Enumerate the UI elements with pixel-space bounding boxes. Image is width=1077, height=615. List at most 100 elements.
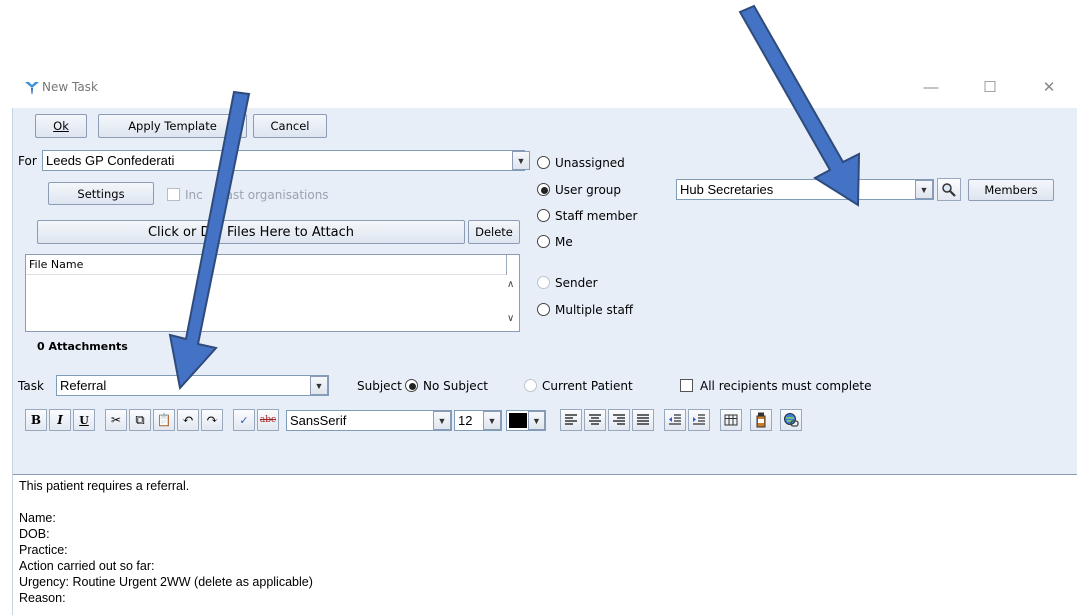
editor-line: Urgency: Routine Urgent 2WW (delete as a… — [19, 575, 313, 589]
undo-icon: ↶ — [182, 412, 194, 428]
search-group-button[interactable] — [937, 178, 961, 201]
apply-template-label: Apply Template — [128, 119, 217, 133]
radio-user-group[interactable] — [537, 183, 550, 196]
spellcheck-icon: ✓ — [239, 413, 249, 427]
strikethrough-button[interactable]: abc — [257, 409, 279, 431]
for-organisation-input[interactable]: Leeds GP Confederati — [42, 150, 525, 171]
include-past-checkbox[interactable] — [167, 188, 180, 201]
cancel-button[interactable]: Cancel — [253, 114, 327, 138]
medicine-bottle-icon — [756, 412, 766, 428]
window-title: New Task — [42, 80, 98, 94]
delete-attachment-button[interactable]: Delete — [468, 220, 520, 244]
delete-label: Delete — [475, 225, 513, 239]
table-icon — [724, 414, 738, 426]
editor-line: Reason: — [19, 591, 66, 605]
for-dropdown-arrow[interactable]: ▼ — [512, 151, 530, 170]
attachments-table: File Name ∧ ∨ — [25, 254, 520, 332]
user-group-select[interactable]: Hub Secretaries — [676, 179, 934, 200]
scroll-down-icon[interactable]: ∨ — [507, 313, 514, 324]
align-center-icon — [589, 414, 601, 425]
radio-multiple-staff[interactable] — [537, 303, 550, 316]
user-group-dropdown-arrow[interactable]: ▼ — [915, 180, 933, 199]
align-left-button[interactable] — [560, 409, 582, 431]
settings-button[interactable]: Settings — [48, 182, 154, 205]
attach-drop-label: Click or D Files Here to Attach — [147, 224, 355, 240]
task-type-dropdown-arrow[interactable]: ▼ — [310, 376, 328, 395]
radio-unassigned[interactable] — [537, 156, 550, 169]
copy-icon: ⧉ — [135, 412, 145, 428]
task-label: Task — [18, 379, 44, 393]
clipboard-icon: 📋 — [156, 413, 172, 427]
scroll-up-icon[interactable]: ∧ — [507, 279, 514, 290]
insert-link-button[interactable] — [780, 409, 802, 431]
decrease-indent-button[interactable] — [664, 409, 686, 431]
justify-icon — [637, 414, 649, 425]
multiple-staff-label: Multiple staff — [555, 303, 634, 317]
no-subject-label: No Subject — [423, 379, 488, 393]
header-divider — [506, 255, 507, 275]
file-name-column-header[interactable]: File Name — [26, 255, 507, 275]
minimize-button[interactable]: — — [911, 74, 951, 102]
attachments-count: 0 Attachments — [37, 340, 128, 353]
radio-sender[interactable] — [537, 276, 550, 289]
close-button[interactable]: ✕ — [1029, 74, 1069, 102]
magnifier-icon — [942, 182, 956, 197]
copy-button[interactable]: ⧉ — [129, 409, 151, 431]
include-past-label: Inc past organisations — [185, 188, 329, 202]
all-recipients-checkbox[interactable] — [680, 379, 693, 392]
underline-button[interactable]: U — [73, 409, 95, 431]
attachments-scrollbar[interactable]: ∧ ∨ — [507, 277, 519, 331]
members-button[interactable]: Members — [968, 179, 1054, 201]
editor-line: Action carried out so far: — [19, 559, 155, 573]
radio-staff-member[interactable] — [537, 209, 550, 222]
bold-button[interactable]: B — [25, 409, 47, 431]
align-right-icon — [613, 414, 625, 425]
text-color-dropdown-arrow[interactable]: ▼ — [528, 411, 545, 430]
cut-button[interactable]: ✂ — [105, 409, 127, 431]
radio-current-patient[interactable] — [524, 379, 537, 392]
dialog-body: Ok Apply Template Cancel For Leeds GP Co… — [12, 108, 1077, 615]
strikethrough-icon: abc — [259, 415, 277, 425]
current-patient-label: Current Patient — [542, 379, 633, 393]
justify-button[interactable] — [632, 409, 654, 431]
redo-button[interactable]: ↷ — [201, 409, 223, 431]
increase-indent-button[interactable] — [688, 409, 710, 431]
align-right-button[interactable] — [608, 409, 630, 431]
text-color-swatch — [509, 413, 527, 428]
font-size-dropdown-arrow[interactable]: ▼ — [483, 411, 501, 430]
title-bar: New Task — ☐ ✕ — [12, 68, 1077, 108]
undo-button[interactable]: ↶ — [177, 409, 199, 431]
spellcheck-button[interactable]: ✓ — [233, 409, 255, 431]
app-logo-icon — [25, 82, 39, 94]
outdent-icon — [669, 414, 681, 425]
scissors-icon: ✂ — [110, 413, 122, 427]
new-task-window: New Task — ☐ ✕ Ok Apply Template Cancel … — [12, 68, 1077, 615]
align-left-icon — [565, 414, 577, 425]
font-family-dropdown-arrow[interactable]: ▼ — [433, 411, 451, 430]
align-center-button[interactable] — [584, 409, 606, 431]
insert-medication-button[interactable] — [750, 409, 772, 431]
text-color-select[interactable]: ▼ — [506, 410, 546, 431]
subject-label: Subject — [357, 379, 402, 393]
members-label: Members — [984, 183, 1038, 197]
all-recipients-label: All recipients must complete — [700, 379, 872, 393]
ok-button[interactable]: Ok — [35, 114, 87, 138]
cancel-label: Cancel — [270, 119, 310, 133]
font-family-select[interactable]: SansSerif — [286, 410, 452, 431]
radio-no-subject[interactable] — [405, 379, 418, 392]
me-label: Me — [555, 235, 573, 249]
apply-template-button[interactable]: Apply Template — [98, 114, 247, 138]
insert-table-button[interactable] — [720, 409, 742, 431]
user-group-label: User group — [555, 183, 622, 197]
attach-drop-zone[interactable]: Click or D Files Here to Attach — [37, 220, 465, 244]
globe-link-icon — [784, 413, 799, 427]
radio-me[interactable] — [537, 235, 550, 248]
paste-button[interactable]: 📋 — [153, 409, 175, 431]
editor-line: Name: — [19, 511, 56, 525]
ok-label: Ok — [53, 119, 69, 133]
maximize-button[interactable]: ☐ — [970, 74, 1010, 102]
italic-button[interactable]: I — [49, 409, 71, 431]
task-body-editor[interactable]: This patient requires a referral. Name: … — [13, 474, 1077, 615]
task-type-input[interactable]: Referral — [56, 375, 329, 396]
